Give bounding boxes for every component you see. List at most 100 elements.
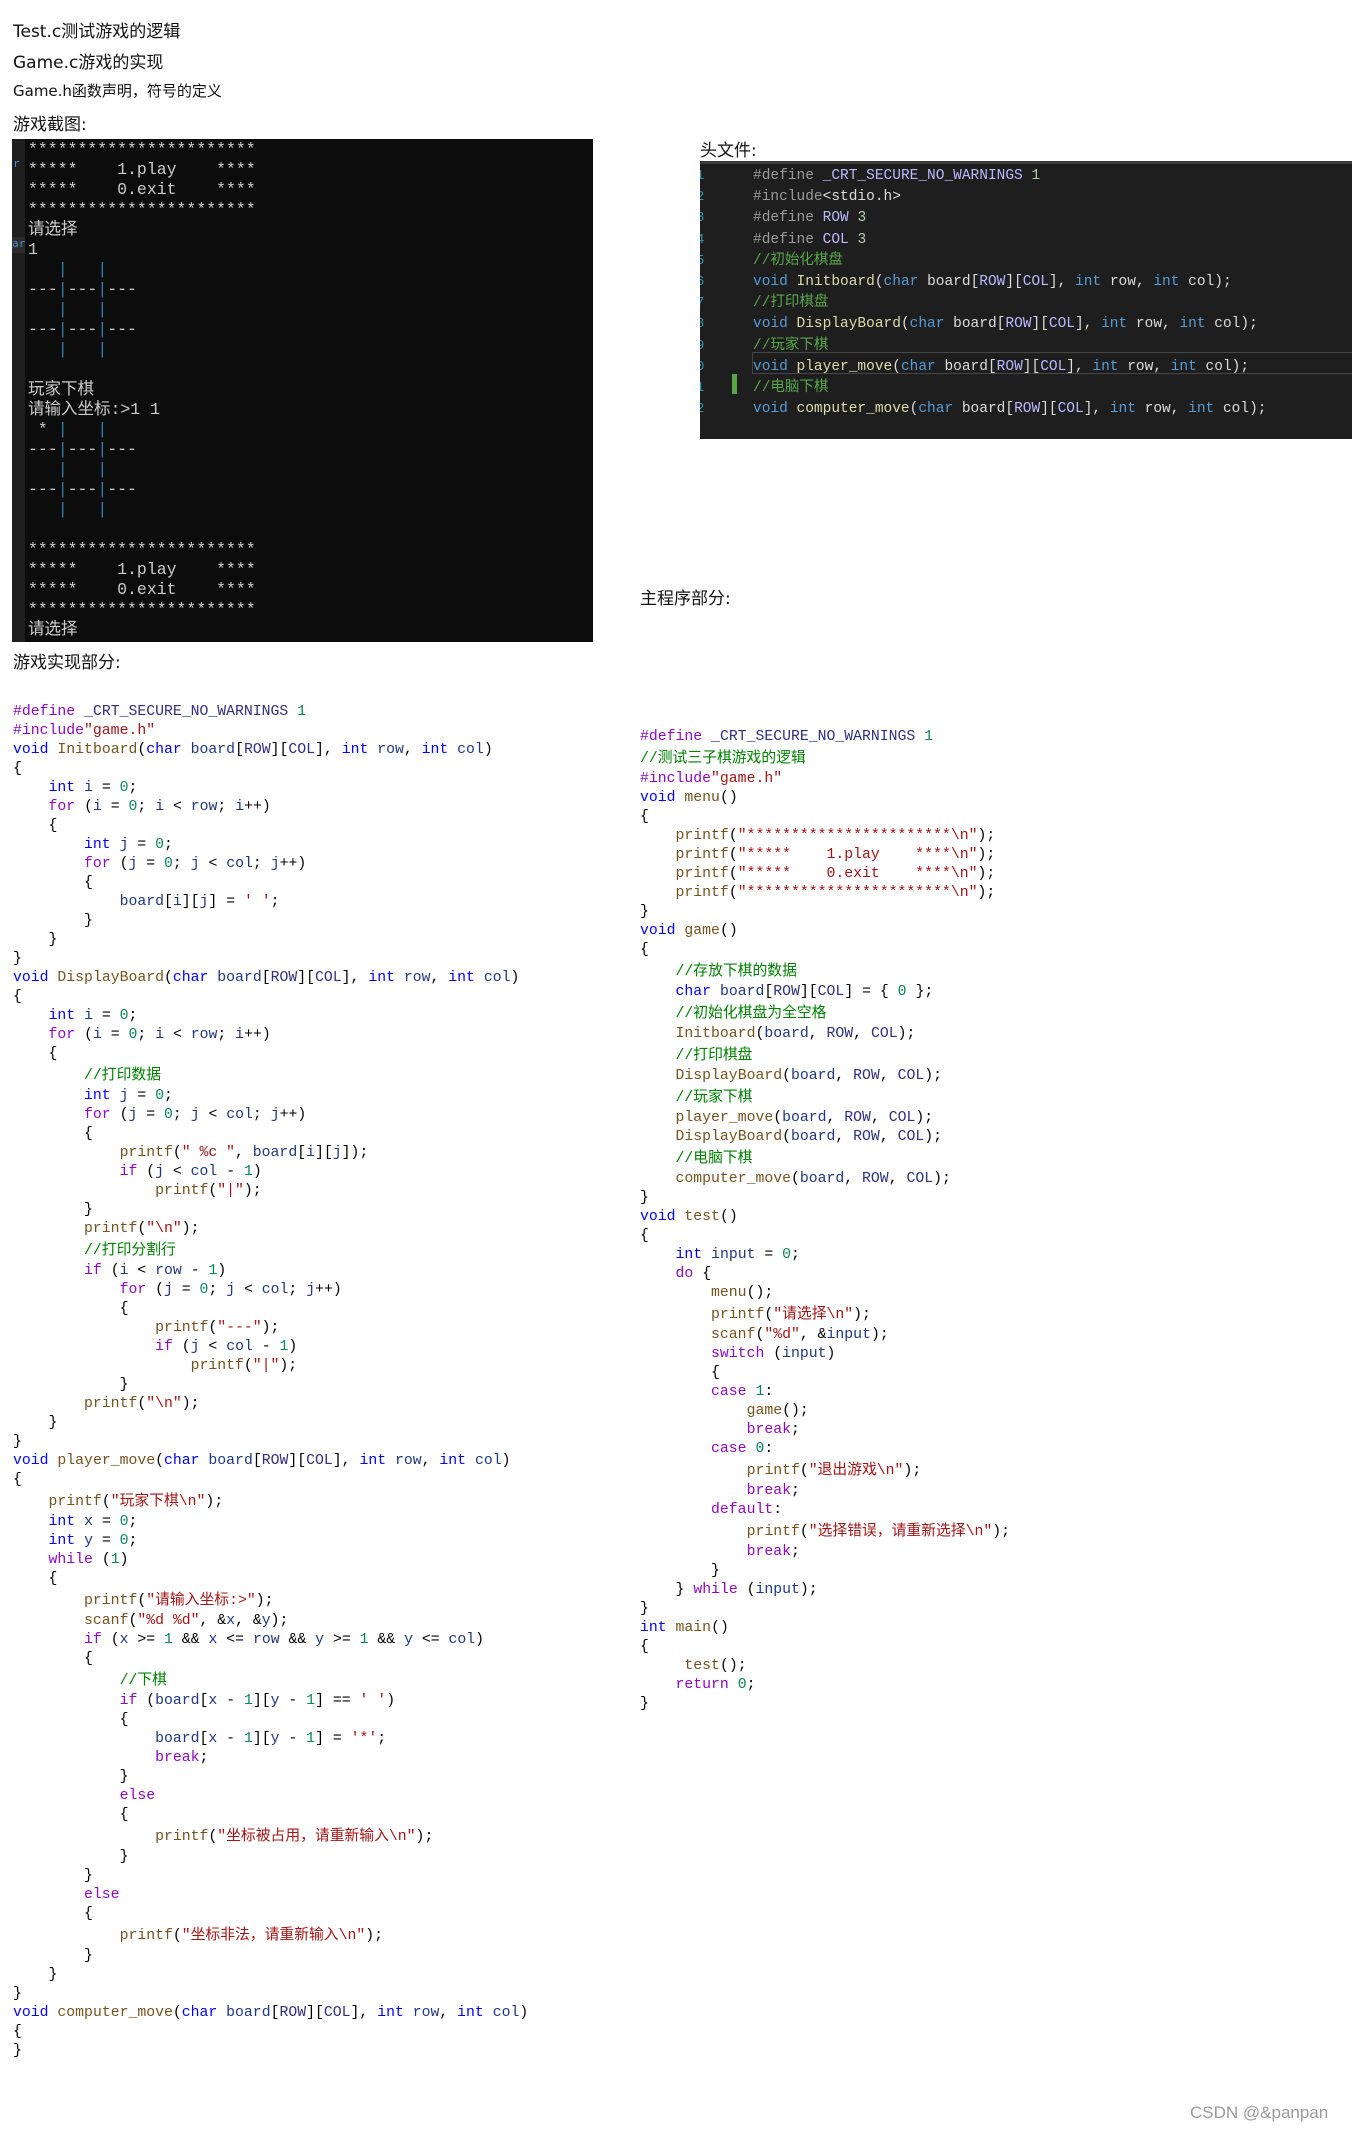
- code-line: printf("请输入坐标:>");: [84, 1593, 274, 1609]
- code-line: default:: [711, 1502, 783, 1518]
- line-number: 3: [700, 208, 704, 229]
- code-line: printf("坐标被占用，请重新输入\n");: [155, 1829, 434, 1845]
- console-line: ---|---|---: [28, 280, 137, 299]
- code-line: for (j = 0; j < col; j++): [119, 1282, 342, 1298]
- code-line: printf("***********************\n");: [675, 885, 996, 901]
- code-line: game();: [746, 1403, 809, 1419]
- code-line: printf("---");: [155, 1320, 280, 1336]
- code-line: {: [640, 1639, 649, 1655]
- code-line: void menu(): [640, 790, 738, 806]
- code-line: if (i < row - 1): [84, 1263, 227, 1279]
- code-line: {: [84, 875, 93, 891]
- code-line: board[x - 1][y - 1] = '*';: [155, 1731, 387, 1747]
- code-line: printf("坐标非法，请重新输入\n");: [119, 1928, 384, 1944]
- line-number: 2: [700, 399, 704, 420]
- line-number: 0: [700, 357, 704, 378]
- code-line: }: [711, 1563, 720, 1579]
- code-line: switch (input): [711, 1346, 836, 1362]
- code-line: scanf("%d %d", &x, &y);: [84, 1613, 289, 1629]
- code-line: }: [640, 1601, 649, 1617]
- code-line: //初始化棋盘为全空格: [675, 1006, 827, 1022]
- code-line: menu();: [711, 1285, 774, 1301]
- code-line: if (j < col - 1): [119, 1164, 262, 1180]
- code-line: }: [13, 951, 22, 967]
- code-line: break;: [155, 1750, 209, 1766]
- code-line: {: [48, 1046, 58, 1062]
- code-line: return 0;: [675, 1677, 756, 1693]
- code-line: int y = 0;: [48, 1533, 138, 1549]
- code-line: //玩家下棋: [753, 337, 829, 354]
- code-line: int main(): [640, 1620, 729, 1636]
- game-impl-label: 游戏实现部分:: [13, 653, 121, 673]
- code-line: }: [84, 1948, 93, 1964]
- code-line: {: [84, 1651, 93, 1667]
- code-line: printf("***********************\n");: [675, 828, 996, 844]
- code-line: {: [84, 1906, 93, 1922]
- code-line: printf("请选择\n");: [711, 1307, 871, 1323]
- line-number: 9: [700, 336, 704, 357]
- code-line: break;: [746, 1544, 800, 1560]
- code-line: {: [640, 809, 649, 825]
- note-game-c: Game.c游戏的实现: [13, 53, 164, 73]
- code-line: //打印棋盘: [675, 1048, 753, 1064]
- code-line: {: [13, 989, 22, 1005]
- code-line: for (j = 0; j < col; j++): [84, 856, 307, 872]
- code-line: printf("退出游戏\n");: [746, 1463, 922, 1479]
- console-line: ***********************: [28, 600, 256, 619]
- code-line: #include"game.h": [13, 723, 156, 739]
- code-line: printf("选择错误，请重新选择\n");: [746, 1524, 1011, 1540]
- code-line: void player_move(char board[ROW][COL], i…: [13, 1453, 511, 1469]
- code-line: if (j < col - 1): [155, 1339, 298, 1355]
- console-line: 请选择: [28, 220, 78, 239]
- code-line: //测试三子棋游戏的逻辑: [640, 751, 806, 767]
- console-line: ***** 1.play ****: [28, 160, 256, 179]
- console-line: ***********************: [28, 140, 256, 159]
- code-line: char board[ROW][COL] = { 0 };: [675, 984, 934, 1000]
- console-line: ***** 0.exit ****: [28, 580, 256, 599]
- code-line: {: [711, 1365, 720, 1381]
- code-line: void Initboard(char board[ROW][COL], int…: [753, 274, 1232, 290]
- console-line: ---|---|---: [28, 440, 137, 459]
- code-line: #include"game.h": [640, 771, 783, 787]
- main-program-label: 主程序部分:: [640, 589, 731, 609]
- note-game-h: Game.h函数声明，符号的定义: [13, 82, 222, 100]
- console-line: 请选择: [28, 620, 78, 639]
- console-line: ***** 0.exit ****: [28, 180, 256, 199]
- code-line: }: [119, 1849, 129, 1865]
- console-line: | |: [57, 500, 108, 519]
- code-line: }: [13, 1434, 22, 1450]
- code-line: void test(): [640, 1209, 738, 1225]
- code-line: void computer_move(char board[ROW][COL],…: [13, 2005, 529, 2021]
- console-line: ***********************: [28, 200, 256, 219]
- console-line: ---|---|---: [28, 480, 137, 499]
- code-line: void Initboard(char board[ROW][COL], int…: [13, 742, 493, 758]
- code-line: //玩家下棋: [675, 1090, 753, 1106]
- line-number: 1: [700, 166, 704, 187]
- code-line: {: [119, 1301, 129, 1317]
- code-line: void computer_move(char board[ROW][COL],…: [753, 401, 1267, 418]
- code-line: int j = 0;: [84, 837, 173, 853]
- code-line: printf("\n");: [84, 1221, 200, 1237]
- code-line: } while (input);: [675, 1582, 818, 1598]
- header-file-editor: 1 #define _CRT_SECURE_NO_WARNINGS 1 2 #incl…: [700, 161, 1352, 439]
- code-line: #include<stdio.h>: [753, 189, 901, 206]
- code-line: player_move(board, ROW, COL);: [675, 1110, 934, 1126]
- watermark: CSDN @&panpan: [1190, 2103, 1329, 2122]
- console-line: 玩家下棋: [28, 380, 94, 399]
- code-line: #define _CRT_SECURE_NO_WARNINGS 1: [640, 729, 934, 745]
- code-line: if (x >= 1 && x <= row && y >= 1 && y <=…: [84, 1632, 485, 1648]
- code-line: }: [119, 1377, 129, 1393]
- console-line: ***********************: [28, 540, 256, 559]
- code-line: {: [119, 1712, 129, 1728]
- code-line: }: [48, 1967, 58, 1983]
- code-line: printf("玩家下棋\n");: [48, 1494, 224, 1510]
- code-line: printf("\n");: [84, 1396, 200, 1412]
- code-line: int j = 0;: [84, 1088, 173, 1104]
- code-line: DisplayBoard(board, ROW, COL);: [675, 1068, 943, 1084]
- code-line: printf("***** 1.play ****\n");: [675, 847, 996, 863]
- code-line: int i = 0;: [48, 1008, 138, 1024]
- code-line: board[i][j] = ' ';: [119, 894, 280, 910]
- code-line: break;: [746, 1422, 800, 1438]
- line-number: 2: [700, 187, 704, 208]
- code-line: int i = 0;: [48, 780, 138, 796]
